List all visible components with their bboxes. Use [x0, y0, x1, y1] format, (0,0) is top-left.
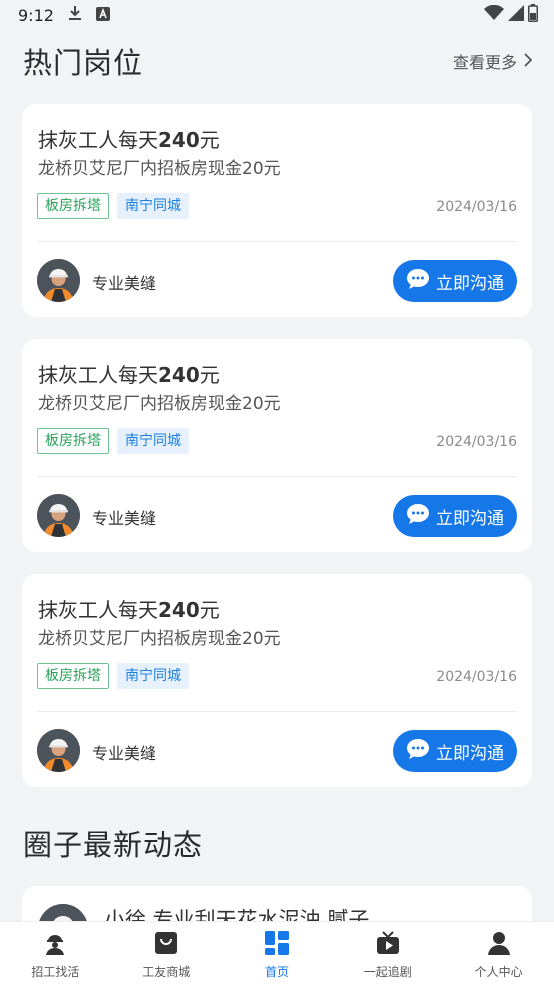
nav-item-shop[interactable]: 工友商城 [111, 922, 222, 984]
chat-bubble-icon [406, 503, 430, 530]
tag-location: 南宁同城 [117, 193, 189, 219]
poster-name: 专业美缝 [92, 744, 157, 763]
home-grid-icon [264, 931, 289, 959]
battery-icon [528, 4, 538, 26]
status-time: 9:12 [18, 5, 54, 25]
nav-item-home[interactable]: 首页 [222, 922, 333, 984]
chat-now-button[interactable]: 立即沟通 [393, 495, 517, 537]
chat-bubble-icon [406, 738, 430, 765]
job-title: 抹灰工人每天240元 [38, 363, 220, 387]
chat-now-label: 立即沟通 [436, 743, 504, 764]
avatar[interactable] [37, 729, 80, 772]
status-left: 9:12 [18, 5, 110, 25]
job-date: 2024/03/16 [436, 434, 517, 450]
job-subtitle: 龙桥贝艾尼厂内招板房现金20元 [38, 629, 281, 649]
job-tags: 板房拆塔 南宁同城 [37, 193, 189, 219]
job-date: 2024/03/16 [436, 669, 517, 685]
job-card[interactable]: 抹灰工人每天240元 龙桥贝艾尼厂内招板房现金20元 板房拆塔 南宁同城 202… [22, 339, 532, 552]
nav-label-tv: 一起追剧 [363, 965, 412, 979]
divider [37, 711, 517, 712]
poster-name: 专业美缝 [92, 274, 157, 293]
tag-category: 板房拆塔 [37, 663, 109, 689]
status-right [484, 4, 538, 26]
nav-item-jobs[interactable]: 招工找活 [0, 922, 111, 984]
job-date: 2024/03/16 [436, 199, 517, 215]
nav-label-home: 首页 [264, 965, 289, 979]
avatar[interactable] [37, 259, 80, 302]
chevron-right-icon [523, 52, 533, 71]
divider [37, 476, 517, 477]
chat-now-button[interactable]: 立即沟通 [393, 260, 517, 302]
hot-jobs-title: 热门岗位 [23, 46, 144, 80]
view-more-link[interactable]: 查看更多 [452, 49, 533, 73]
chat-bubble-icon [406, 268, 430, 295]
tv-icon [376, 931, 400, 959]
job-subtitle: 龙桥贝艾尼厂内招板房现金20元 [38, 394, 281, 414]
job-card[interactable]: 抹灰工人每天240元 龙桥贝艾尼厂内招板房现金20元 板房拆塔 南宁同城 202… [22, 574, 532, 787]
nav-item-tv[interactable]: 一起追剧 [332, 922, 443, 984]
divider [37, 241, 517, 242]
nav-item-profile[interactable]: 个人中心 [443, 922, 554, 984]
download-icon [68, 5, 82, 25]
poster-name: 专业美缝 [92, 509, 157, 528]
nav-label-jobs: 招工找活 [31, 965, 80, 979]
circle-header: 圈子最新动态 [23, 822, 532, 864]
job-card[interactable]: 抹灰工人每天240元 龙桥贝艾尼厂内招板房现金20元 板房拆塔 南宁同城 202… [22, 104, 532, 317]
job-tags: 板房拆塔 南宁同城 [37, 428, 189, 454]
signal-icon [508, 5, 524, 25]
job-tags: 板房拆塔 南宁同城 [37, 663, 189, 689]
job-subtitle: 龙桥贝艾尼厂内招板房现金20元 [38, 159, 281, 179]
nav-label-profile: 个人中心 [474, 965, 523, 979]
avatar[interactable] [37, 494, 80, 537]
font-badge-icon [95, 6, 110, 25]
job-title: 抹灰工人每天240元 [38, 128, 220, 152]
shop-icon [154, 931, 178, 959]
tag-location: 南宁同城 [117, 428, 189, 454]
tag-location: 南宁同城 [117, 663, 189, 689]
chat-now-label: 立即沟通 [436, 508, 504, 529]
user-icon [487, 931, 511, 959]
bottom-nav: 招工找活 工友商城 首页 一起追剧 个人中心 [0, 921, 554, 984]
tag-category: 板房拆塔 [37, 428, 109, 454]
wifi-icon [484, 4, 504, 25]
tag-category: 板房拆塔 [37, 193, 109, 219]
job-title: 抹灰工人每天240元 [38, 598, 220, 622]
circle-title: 圈子最新动态 [23, 828, 204, 862]
chat-now-button[interactable]: 立即沟通 [393, 730, 517, 772]
view-more-label: 查看更多 [452, 53, 517, 72]
worker-icon [43, 931, 67, 959]
hot-jobs-header: 热门岗位 查看更多 [23, 40, 533, 82]
status-bar: 9:12 [0, 0, 554, 30]
chat-now-label: 立即沟通 [436, 273, 504, 294]
nav-label-shop: 工友商城 [142, 965, 191, 979]
